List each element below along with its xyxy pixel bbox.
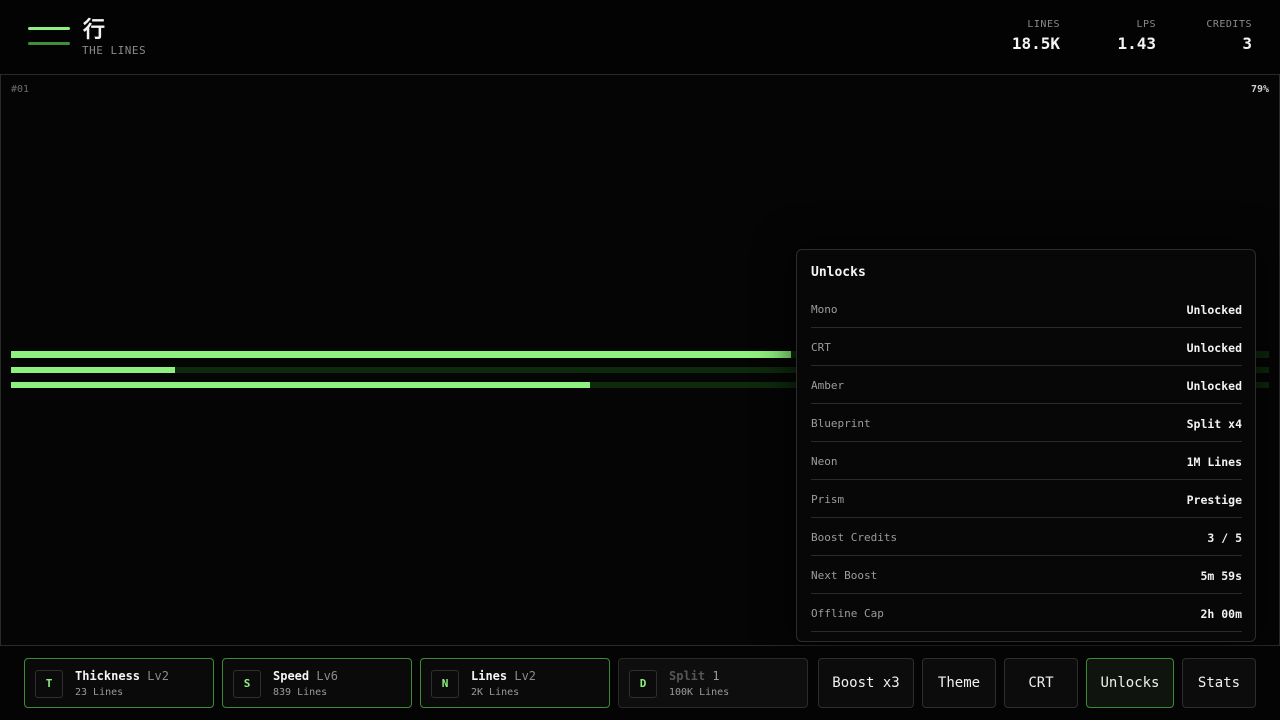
unlocks-button[interactable]: Unlocks xyxy=(1086,658,1174,708)
unlock-row-value: Split x4 xyxy=(1186,417,1242,431)
unlocks-panel-title: Unlocks xyxy=(811,265,866,280)
unlock-row-value: 1M Lines xyxy=(1186,455,1242,469)
upgrade-cost: 100K Lines xyxy=(669,687,730,698)
unlock-row-key: Boost Credits xyxy=(811,531,898,544)
unlock-row-key: Blueprint xyxy=(811,417,871,430)
logo-subtitle: THE LINES xyxy=(82,44,147,57)
unlock-row-amber: Amber Unlocked xyxy=(811,366,1242,404)
unlock-row-value: Unlocked xyxy=(1186,303,1242,317)
upgrade-name: Thickness Lv2 xyxy=(75,669,169,683)
unlock-row-offline-cap: Offline Cap 2h 00m xyxy=(811,594,1242,632)
upgrade-cost: 2K Lines xyxy=(471,687,520,698)
line-track-fill xyxy=(11,351,791,358)
upgrade-level: Lv6 xyxy=(316,669,339,683)
line-track-fill xyxy=(11,382,590,388)
stat-lines: LINES 18.5K xyxy=(1012,19,1060,53)
unlock-row-key: Mono xyxy=(811,303,838,316)
hotkey-badge: T xyxy=(35,670,63,698)
hotkey-badge: S xyxy=(233,670,261,698)
upgrade-title: Thickness xyxy=(75,669,141,683)
stat-lps-label: LPS xyxy=(1136,19,1156,30)
unlocks-panel: Unlocks Mono Unlocked CRT Unlocked Amber… xyxy=(796,249,1256,642)
unlock-row-key: Next Boost xyxy=(811,569,878,582)
unlock-row-key: Amber xyxy=(811,379,845,392)
stats-button[interactable]: Stats xyxy=(1182,658,1256,708)
bottom-bar: T Thickness Lv2 23 Lines S Speed Lv6 839… xyxy=(0,646,1280,720)
upgrade-speed-button[interactable]: S Speed Lv6 839 Lines xyxy=(222,658,412,708)
upgrade-title: Split xyxy=(669,669,706,683)
line-track-fill xyxy=(11,367,175,373)
stat-lines-value: 18.5K xyxy=(1011,34,1060,53)
upgrade-title: Lines xyxy=(471,669,508,683)
top-bar: 行 THE LINES LINES 18.5K LPS 1.43 CREDITS… xyxy=(0,0,1280,75)
upgrade-name: Lines Lv2 xyxy=(471,669,536,683)
stat-credits-label: CREDITS xyxy=(1206,19,1252,30)
upgrade-level: Lv2 xyxy=(147,669,169,683)
hotkey-badge: N xyxy=(431,670,459,698)
unlock-row-value: 5m 59s xyxy=(1200,569,1242,583)
unlock-row-neon: Neon 1M Lines xyxy=(811,442,1242,480)
unlock-row-blueprint: Blueprint Split x4 xyxy=(811,404,1242,442)
unlock-row-boost-credits: Boost Credits 3 / 5 xyxy=(811,518,1242,556)
logo-line-bright xyxy=(28,27,70,30)
unlock-row-value: Prestige xyxy=(1186,493,1242,507)
unlock-row-key: CRT xyxy=(811,341,831,354)
stat-credits: CREDITS 3 xyxy=(1206,19,1252,53)
stat-lps: LPS 1.43 xyxy=(1117,19,1156,53)
run-id: #01 xyxy=(11,84,30,95)
upgrade-split-button[interactable]: D Split 1 100K Lines xyxy=(618,658,808,708)
logo-line-dim xyxy=(28,42,70,45)
unlock-row-value: Unlocked xyxy=(1186,379,1242,393)
game-screen: 行 THE LINES LINES 18.5K LPS 1.43 CREDITS… xyxy=(0,0,1280,720)
stat-lines-label: LINES xyxy=(1027,19,1060,30)
upgrade-level: Lv2 xyxy=(514,669,537,683)
upgrade-name: Split 1 xyxy=(669,669,720,683)
logo-lines-icon xyxy=(28,27,70,47)
upgrade-level: 1 xyxy=(712,669,720,683)
stat-lps-value: 1.43 xyxy=(1117,34,1156,53)
unlock-row-key: Neon xyxy=(811,455,838,468)
unlock-row-value: Unlocked xyxy=(1186,341,1242,355)
unlock-row-crt: CRT Unlocked xyxy=(811,328,1242,366)
upgrade-title: Speed xyxy=(273,669,310,683)
unlock-row-key: Prism xyxy=(811,493,845,506)
unlock-row-mono: Mono Unlocked xyxy=(811,290,1242,328)
upgrade-name: Speed Lv6 xyxy=(273,669,338,683)
hotkey-badge: D xyxy=(629,670,657,698)
unlock-row-key: Offline Cap xyxy=(811,607,884,620)
progress-percent: 79% xyxy=(1250,84,1269,95)
crt-button[interactable]: CRT xyxy=(1004,658,1078,708)
upgrade-cost: 839 Lines xyxy=(273,687,328,698)
upgrade-lines-button[interactable]: N Lines Lv2 2K Lines xyxy=(420,658,610,708)
upgrade-thickness-button[interactable]: T Thickness Lv2 23 Lines xyxy=(24,658,214,708)
logo-glyph: 行 xyxy=(83,18,106,43)
upgrade-cost: 23 Lines xyxy=(75,687,124,698)
boost-button[interactable]: Boost x3 xyxy=(818,658,914,708)
unlock-row-prism: Prism Prestige xyxy=(811,480,1242,518)
unlock-row-value: 2h 00m xyxy=(1200,607,1242,621)
theme-button[interactable]: Theme xyxy=(922,658,996,708)
unlock-row-next-boost: Next Boost 5m 59s xyxy=(811,556,1242,594)
stat-credits-value: 3 xyxy=(1242,34,1252,53)
unlock-row-value: 3 / 5 xyxy=(1207,531,1242,545)
